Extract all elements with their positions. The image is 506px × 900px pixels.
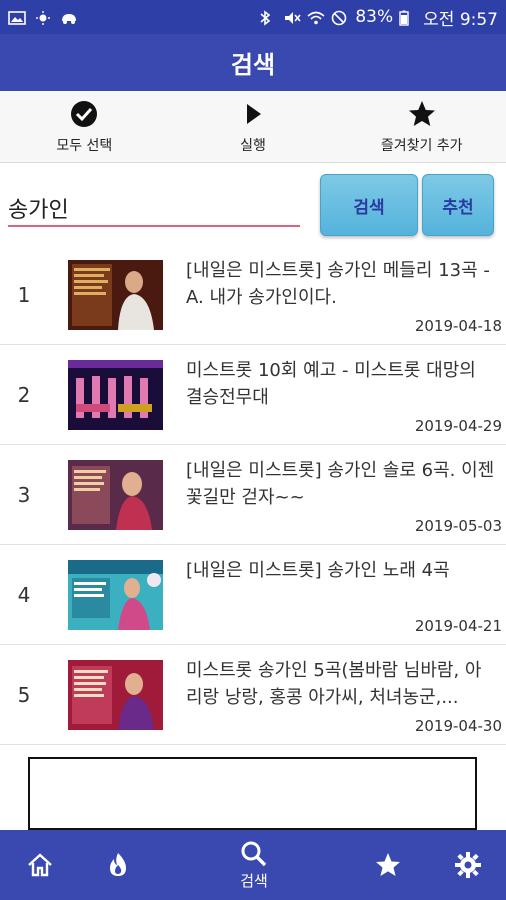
video-title: [내일은 미스트롯] 송가인 솔로 6곡. 이젠 꽃길만 걷자~~ [186, 460, 495, 508]
nav-search[interactable]: 검색 [226, 830, 282, 900]
video-date: 2019-04-18 [414, 317, 502, 335]
video-title: 미스트롯 10회 예고 - 미스트롯 대망의 결승전무대 [186, 360, 476, 408]
recommend-button[interactable]: 추천 [422, 174, 494, 236]
search-icon [241, 841, 267, 866]
brightness-icon [34, 10, 52, 25]
list-item[interactable]: 1 [내일은 미스트롯] 송가인 메들리 13곡 - A. 내가 송가인이다. … [0, 245, 506, 345]
results-list: 1 [내일은 미스트롯] 송가인 메들리 13곡 - A. 내가 송가인이다. … [0, 245, 506, 745]
play-icon [247, 103, 261, 124]
search-input[interactable] [8, 191, 300, 227]
nav-search-label: 검색 [240, 871, 268, 890]
search-button[interactable]: 검색 [320, 174, 418, 236]
list-item[interactable]: 4 [내일은 미스트롯] 송가인 노래 4곡 2019-04-21 [0, 545, 506, 645]
nav-favorites[interactable] [370, 830, 406, 900]
clock: 오전 9:57 [423, 9, 498, 30]
mute-icon [283, 10, 301, 24]
select-all-label: 모두 선택 [56, 137, 113, 154]
add-favorite-label: 즐겨찾기 추가 [380, 137, 463, 154]
add-favorite-button[interactable]: 즐겨찾기 추가 [337, 91, 506, 162]
rank-number: 3 [17, 483, 31, 507]
app-bar: 검색 [0, 34, 506, 91]
video-title: [내일은 미스트롯] 송가인 노래 4곡 [186, 560, 450, 581]
video-thumbnail [68, 360, 163, 430]
run-label: 실행 [240, 137, 266, 154]
nav-hot[interactable] [100, 830, 136, 900]
video-date: 2019-04-29 [414, 417, 502, 435]
list-item[interactable]: 5 미스트롯 송가인 5곡(봄바람 님바람, 아리랑 낭랑, 홍콩 아가씨, 처… [0, 645, 506, 745]
nav-home[interactable] [22, 830, 58, 900]
rank-number: 2 [17, 383, 31, 407]
select-all-button[interactable]: 모두 선택 [0, 91, 169, 162]
ad-banner[interactable] [28, 757, 477, 830]
status-bar: 83% 오전 9:57 [0, 0, 506, 34]
app-notification-icon [60, 10, 78, 24]
video-date: 2019-04-30 [414, 717, 502, 735]
video-thumbnail [68, 260, 163, 330]
video-thumbnail [68, 660, 163, 730]
do-not-disturb-icon [331, 10, 349, 26]
list-item[interactable]: 2 미스트롯 10회 예고 - 미스트롯 대망의 결승전무대 2019-04-2… [0, 345, 506, 445]
video-date: 2019-05-03 [414, 517, 502, 535]
video-date: 2019-04-21 [414, 617, 502, 635]
rank-number: 5 [17, 683, 31, 707]
nav-settings[interactable] [450, 830, 486, 900]
home-icon [28, 853, 52, 877]
rank-number: 1 [17, 283, 31, 307]
star-icon [376, 853, 400, 876]
battery-percent: 83% [355, 7, 394, 27]
video-thumbnail [68, 560, 163, 630]
battery-icon [399, 10, 417, 26]
image-notification-icon [8, 10, 26, 25]
video-thumbnail [68, 460, 163, 530]
page-title: 검색 [230, 51, 276, 79]
bluetooth-icon [259, 10, 277, 26]
gear-icon [455, 852, 481, 878]
wifi-icon [307, 10, 325, 25]
run-button[interactable]: 실행 [169, 91, 338, 162]
search-row: 검색 추천 [0, 163, 506, 245]
video-title: 미스트롯 송가인 5곡(봄바람 님바람, 아리랑 낭랑, 홍콩 아가씨, 처녀농… [186, 660, 482, 708]
video-title: [내일은 미스트롯] 송가인 메들리 13곡 - A. 내가 송가인이다. [186, 260, 490, 308]
check-circle-icon [71, 100, 98, 127]
rank-number: 4 [17, 583, 31, 607]
bottom-navigation: 검색 [0, 830, 506, 900]
flame-icon [110, 853, 126, 876]
list-item[interactable]: 3 [내일은 미스트롯] 송가인 솔로 6곡. 이젠 꽃길만 걷자~~ 2019… [0, 445, 506, 545]
star-icon [408, 100, 435, 126]
action-toolbar: 모두 선택 실행 즐겨찾기 추가 [0, 91, 506, 163]
